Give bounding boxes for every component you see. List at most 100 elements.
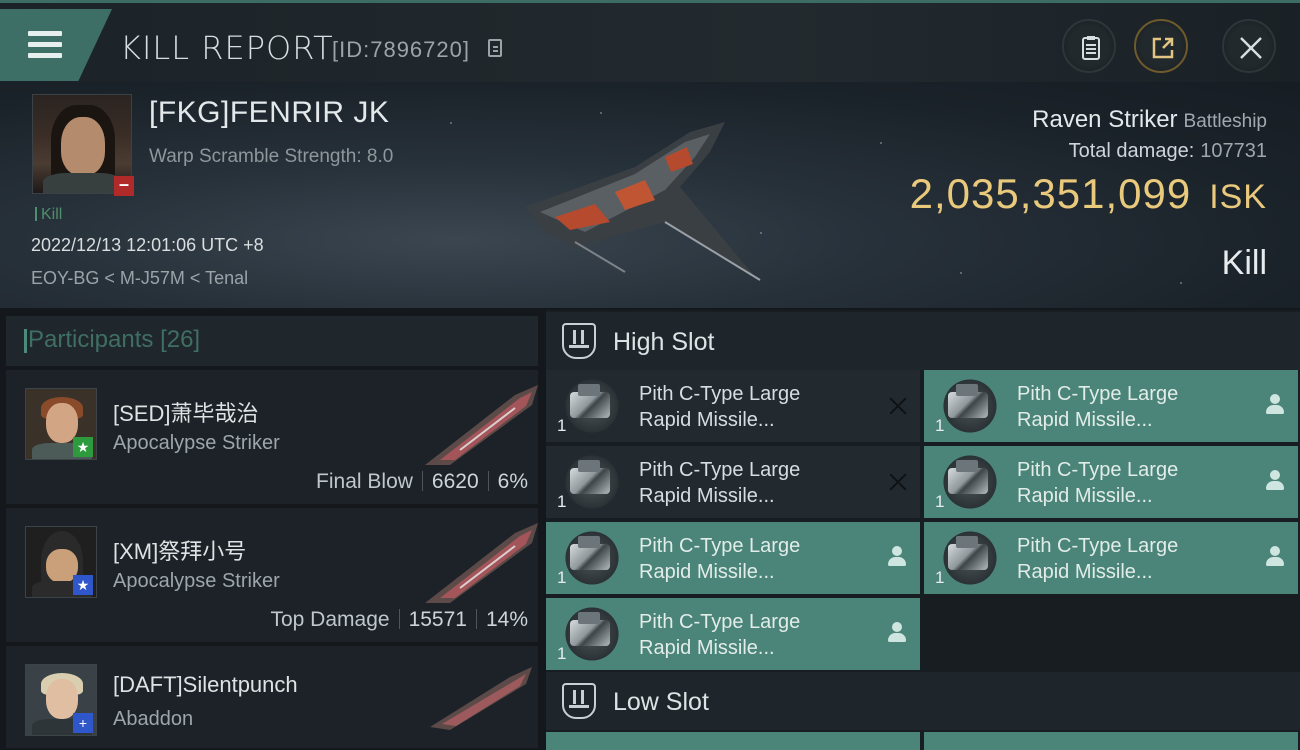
item-name-line1: Pith C-Type Large <box>639 611 801 633</box>
participant-name: [DAFT]Silentpunch <box>113 672 298 697</box>
participant-ship: Apocalypse Striker <box>113 570 280 592</box>
ship-class: Battleship <box>1183 111 1267 132</box>
avatar-face <box>61 117 105 175</box>
item-name: Pith C-Type Large Rapid Missile... <box>639 533 800 585</box>
item-name-line2: Rapid Missile... <box>1017 409 1153 431</box>
item-quantity: 1 <box>557 644 567 663</box>
module-shape <box>570 536 610 570</box>
item-name-line1: Pith C-Type Large <box>639 459 801 481</box>
module-shape <box>948 460 988 494</box>
star <box>960 272 962 274</box>
slot-item-partial[interactable] <box>546 732 920 750</box>
share-icon <box>1152 37 1174 59</box>
participant-damage: 6620 <box>431 470 479 493</box>
slot-item[interactable]: 1 Pith C-Type Large Rapid Missile... <box>546 370 920 442</box>
module-icon <box>560 528 624 588</box>
item-name-line1: Pith C-Type Large <box>1017 535 1179 557</box>
isk-amount: 2,035,351,099 <box>909 170 1192 217</box>
module-shape <box>948 384 988 418</box>
item-quantity: 1 <box>935 416 945 435</box>
module-icon <box>938 376 1002 436</box>
module-icon <box>938 528 1002 588</box>
star <box>450 122 452 124</box>
slot-item[interactable]: 1 Pith C-Type Large Rapid Missile... <box>924 446 1298 518</box>
fitting-panel: High Slot 1 Pith C-Type Large Rapid Missi… <box>546 310 1300 750</box>
kill-timestamp: 2022/12/13 12:01:06 UTC +8 <box>31 235 264 255</box>
item-quantity: 1 <box>557 492 567 511</box>
participants-count: [26] <box>160 326 201 353</box>
module-icon <box>560 604 624 664</box>
kill-tag: Kill <box>35 206 62 224</box>
item-name-line1: Pith C-Type Large <box>639 535 801 557</box>
destroyed-icon <box>888 472 908 492</box>
participants-panel: Participants [26] ★ [SED]萧毕哉治 Apocalypse… <box>6 316 538 750</box>
item-quantity: 1 <box>557 568 567 587</box>
participant-ship-image <box>425 385 538 465</box>
participant-ship: Abaddon <box>113 708 194 730</box>
item-name: Pith C-Type Large Rapid Missile... <box>1017 381 1178 433</box>
item-name-line2: Rapid Missile... <box>639 561 775 583</box>
isk-unit: ISK <box>1209 178 1267 216</box>
star <box>1180 282 1182 284</box>
participant-row[interactable]: ★ [XM]祭拜小号 Apocalypse Striker Top Damage… <box>6 508 538 644</box>
item-name-line1: Pith C-Type Large <box>1017 383 1179 405</box>
victim-ship-image[interactable] <box>515 112 775 282</box>
person-icon <box>1266 546 1284 568</box>
slot-item[interactable]: 1 Pith C-Type Large Rapid Missile... <box>546 522 920 594</box>
slot-item[interactable]: 1 Pith C-Type Large Rapid Missile... <box>924 370 1298 442</box>
page-title: KILL REPORT <box>120 29 334 67</box>
item-name: Pith C-Type Large Rapid Missile... <box>639 381 800 433</box>
module-icon <box>560 376 624 436</box>
item-name-line1: Pith C-Type Large <box>639 383 801 405</box>
person-icon <box>1266 470 1284 492</box>
item-name-line2: Rapid Missile... <box>639 637 775 659</box>
participant-stats: Final Blow 6620 6% <box>316 470 528 494</box>
kill-location[interactable]: EOY-BG < M-J57M < Tenal <box>31 268 248 289</box>
header-bar: KILL REPORT [ID:7896720] <box>0 0 1300 82</box>
high-slot-icon <box>562 323 596 359</box>
slot-item[interactable]: 1 Pith C-Type Large Rapid Missile... <box>924 522 1298 594</box>
isk-value: 2,035,351,099 ISK <box>910 170 1267 218</box>
module-shape <box>948 536 988 570</box>
victim-ship[interactable]: Raven Striker Battleship <box>1032 106 1267 134</box>
slot-item[interactable]: 1 Pith C-Type Large Rapid Missile... <box>546 598 920 670</box>
copy-icon[interactable] <box>488 39 502 57</box>
share-button[interactable] <box>1134 19 1188 73</box>
person-icon <box>1266 394 1284 416</box>
item-name-line1: Pith C-Type Large <box>1017 459 1179 481</box>
module-icon <box>938 452 1002 512</box>
menu-icon-bar <box>28 53 62 58</box>
module-shape <box>570 460 610 494</box>
participant-row[interactable]: ★ [SED]萧毕哉治 Apocalypse Striker Final Blo… <box>6 370 538 506</box>
item-name: Pith C-Type Large Rapid Missile... <box>639 609 800 661</box>
person-icon <box>888 546 906 568</box>
menu-icon-bar <box>28 42 62 47</box>
item-name-line2: Rapid Missile... <box>1017 485 1153 507</box>
separator <box>487 471 489 491</box>
participant-role: Top Damage <box>270 608 390 631</box>
participant-badge: ★ <box>73 437 93 457</box>
menu-icon <box>28 31 62 36</box>
loss-badge: – <box>114 175 134 196</box>
participant-ship: Apocalypse Striker <box>113 432 280 454</box>
participant-name: [SED]萧毕哉治 <box>113 401 259 426</box>
low-slot-icon <box>562 683 596 719</box>
close-button[interactable] <box>1222 19 1276 73</box>
separator <box>398 609 400 629</box>
clipboard-button[interactable] <box>1062 19 1116 73</box>
item-name: Pith C-Type Large Rapid Missile... <box>639 457 800 509</box>
high-slot-title: High Slot <box>613 328 715 356</box>
module-shape <box>570 612 610 646</box>
menu-button[interactable] <box>0 9 112 81</box>
total-damage-label: Total damage: <box>1068 140 1195 162</box>
participant-percent: 14% <box>485 608 528 631</box>
participant-stats: Top Damage 15571 14% <box>270 608 528 632</box>
item-quantity: 1 <box>935 492 945 511</box>
victim-name[interactable]: [FKG]FENRIR JK <box>149 96 389 130</box>
slot-item-partial[interactable] <box>924 732 1298 750</box>
module-shape <box>570 384 610 418</box>
item-name-line2: Rapid Missile... <box>1017 561 1153 583</box>
participant-row[interactable]: + [DAFT]Silentpunch Abaddon <box>6 646 538 750</box>
total-damage-value: 107731 <box>1200 140 1267 162</box>
slot-item[interactable]: 1 Pith C-Type Large Rapid Missile... <box>546 446 920 518</box>
